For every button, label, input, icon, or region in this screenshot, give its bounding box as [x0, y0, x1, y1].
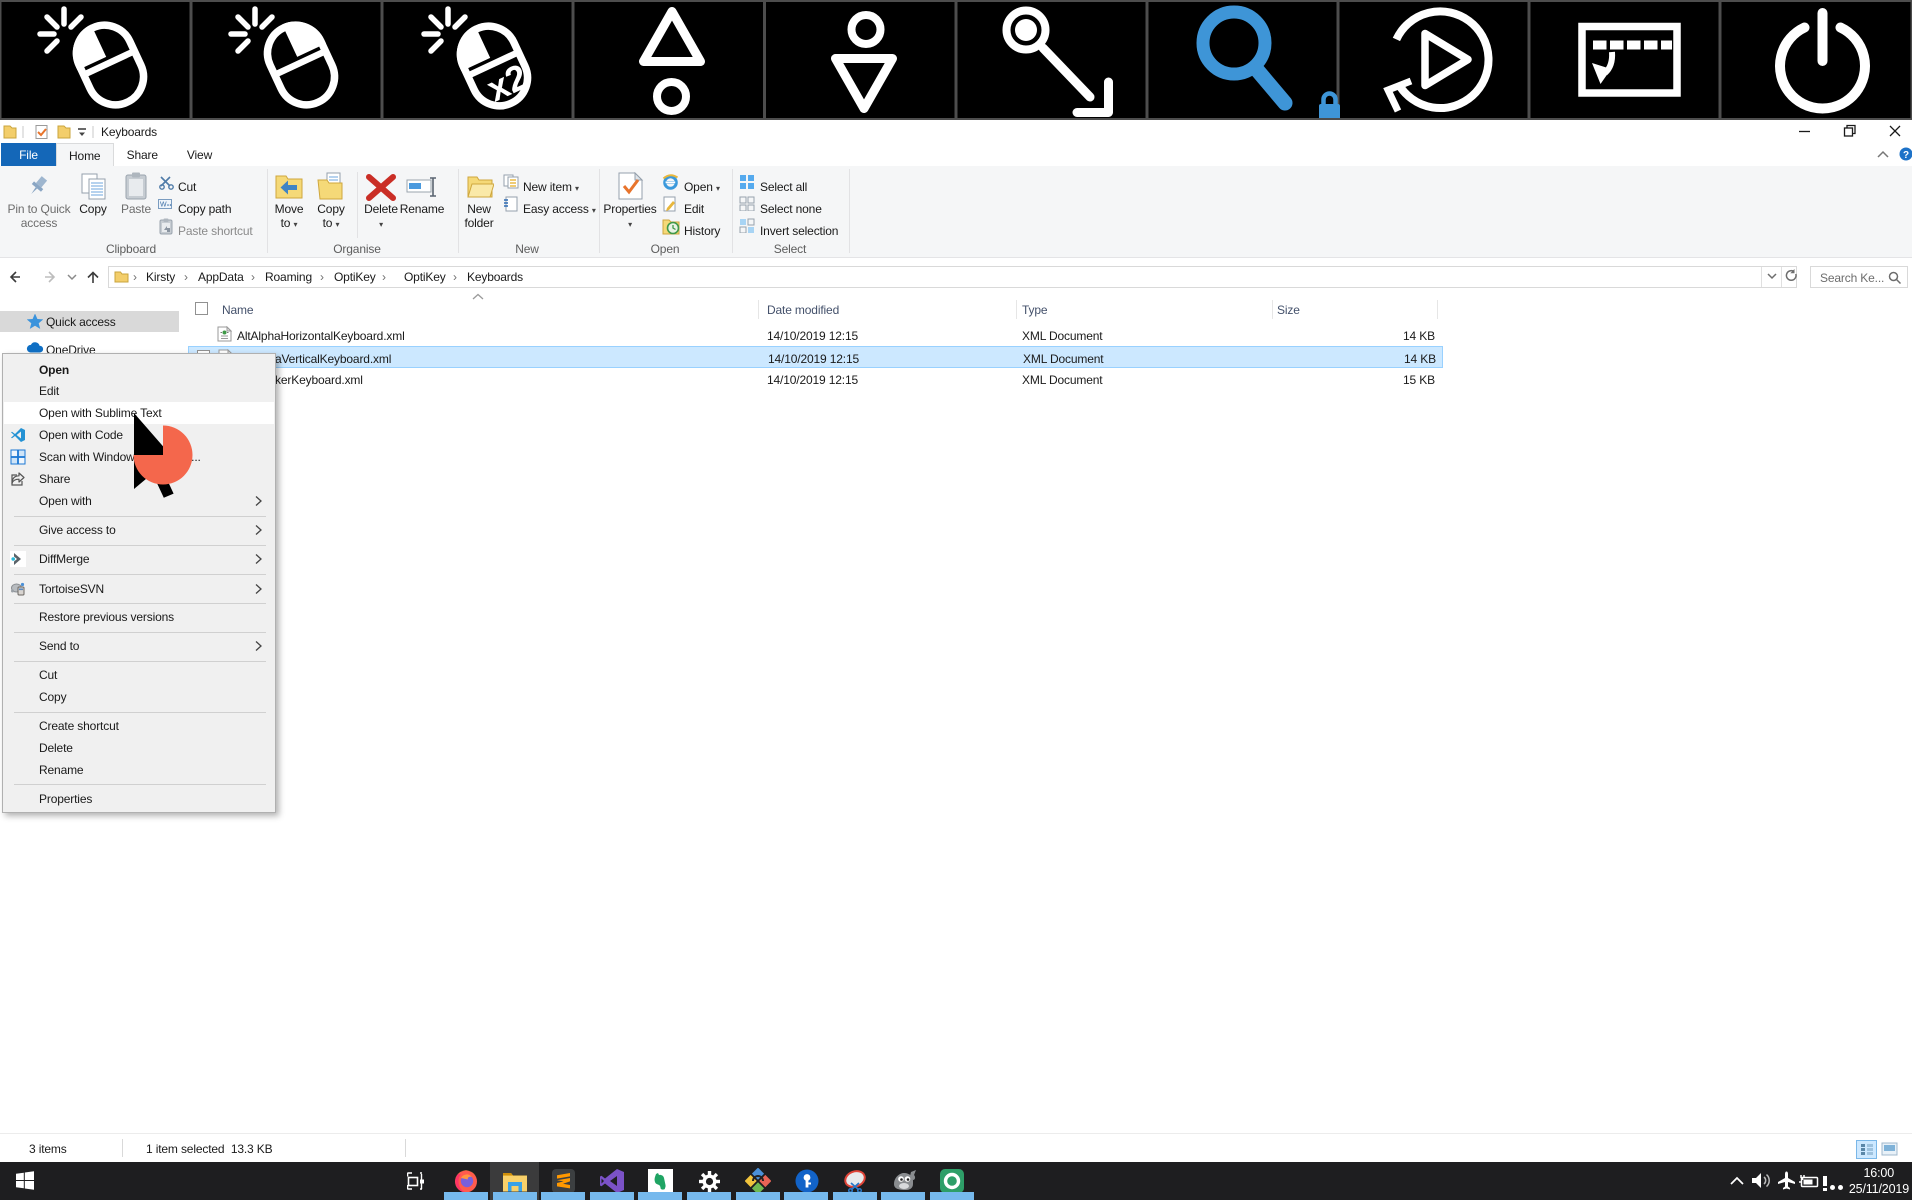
svg-text:?: ?: [1903, 150, 1909, 161]
svg-text:W: W: [160, 202, 167, 209]
